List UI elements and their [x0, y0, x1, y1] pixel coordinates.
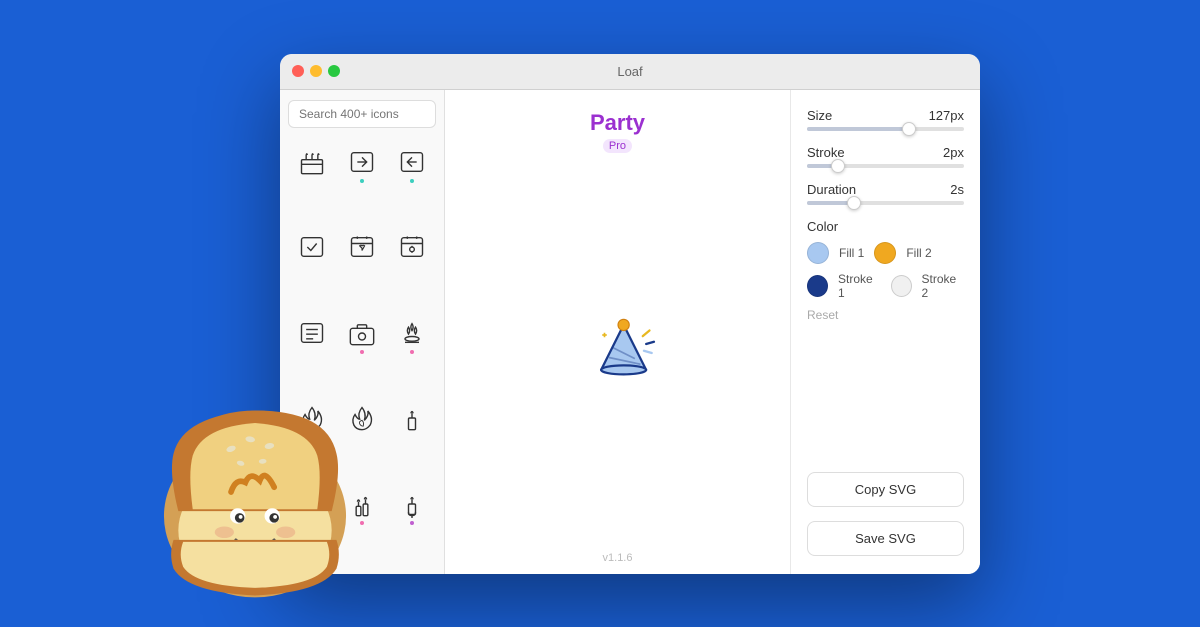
color-section: Color Fill 1 Fill 2 Stroke 1 Stroke 2 Re…: [807, 219, 964, 322]
stroke2-label: Stroke 2: [922, 272, 964, 300]
traffic-lights: [292, 65, 340, 77]
dot-indicator: [410, 521, 414, 525]
reset-button[interactable]: Reset: [807, 308, 964, 322]
icon-heart-calendar[interactable]: [338, 223, 386, 271]
party-icon-preview: [573, 308, 663, 398]
icon-candle1[interactable]: [388, 394, 436, 442]
minimize-button[interactable]: [310, 65, 322, 77]
size-slider-fill: [807, 127, 909, 131]
dot-indicator: [360, 350, 364, 354]
window-title: Loaf: [617, 64, 642, 79]
stroke-value: 2px: [943, 145, 964, 160]
window-body: Party Pro: [280, 90, 980, 574]
stroke1-swatch[interactable]: [807, 275, 828, 297]
icon-check-square[interactable]: [288, 223, 336, 271]
fill2-swatch[interactable]: [874, 242, 896, 264]
search-input[interactable]: [288, 100, 436, 128]
icon-arrow-left-box[interactable]: [388, 138, 436, 186]
stroke-label: Stroke: [807, 145, 845, 160]
icon-title: Party: [590, 110, 645, 136]
icon-list[interactable]: [288, 309, 336, 357]
mascot: [145, 377, 365, 607]
mascot-svg: [145, 377, 365, 607]
dot-indicator: [360, 179, 364, 183]
close-button[interactable]: [292, 65, 304, 77]
stroke-control: Stroke 2px: [807, 145, 964, 168]
fill1-label: Fill 1: [839, 246, 864, 260]
duration-label: Duration: [807, 182, 856, 197]
dot-indicator: [410, 350, 414, 354]
duration-slider-track[interactable]: [807, 201, 964, 205]
size-slider-track[interactable]: [807, 127, 964, 131]
size-slider-thumb[interactable]: [902, 122, 916, 136]
icon-settings-calendar[interactable]: [388, 223, 436, 271]
stroke1-row: Stroke 1 Stroke 2: [807, 272, 964, 300]
version-text: v1.1.6: [603, 552, 633, 574]
icon-name-section: Party Pro: [590, 110, 645, 154]
stroke2-swatch[interactable]: [891, 275, 912, 297]
titlebar: Loaf: [280, 54, 980, 90]
dot-indicator: [410, 179, 414, 183]
icon-campfire[interactable]: [388, 309, 436, 357]
center-panel: Party Pro: [445, 90, 790, 574]
maximize-button[interactable]: [328, 65, 340, 77]
icon-cake[interactable]: [288, 138, 336, 186]
size-control: Size 127px: [807, 108, 964, 131]
app-window: Loaf: [280, 54, 980, 574]
size-label: Size: [807, 108, 832, 123]
icon-arrow-right-box[interactable]: [338, 138, 386, 186]
save-svg-button[interactable]: Save SVG: [807, 521, 964, 556]
fill2-label: Fill 2: [906, 246, 931, 260]
duration-value: 2s: [950, 182, 964, 197]
copy-svg-button[interactable]: Copy SVG: [807, 472, 964, 507]
icon-candle-mic[interactable]: [388, 480, 436, 528]
stroke1-label: Stroke 1: [838, 272, 880, 300]
color-label: Color: [807, 219, 964, 234]
stroke-slider-track[interactable]: [807, 164, 964, 168]
stroke-slider-thumb[interactable]: [831, 159, 845, 173]
fill1-swatch[interactable]: [807, 242, 829, 264]
fill1-row: Fill 1 Fill 2: [807, 242, 964, 264]
icon-camera[interactable]: [338, 309, 386, 357]
duration-slider-thumb[interactable]: [847, 196, 861, 210]
pro-badge: Pro: [603, 139, 632, 153]
duration-control: Duration 2s: [807, 182, 964, 205]
preview-area: [573, 154, 663, 552]
size-value: 127px: [929, 108, 964, 123]
right-panel: Size 127px Stroke 2px: [790, 90, 980, 574]
